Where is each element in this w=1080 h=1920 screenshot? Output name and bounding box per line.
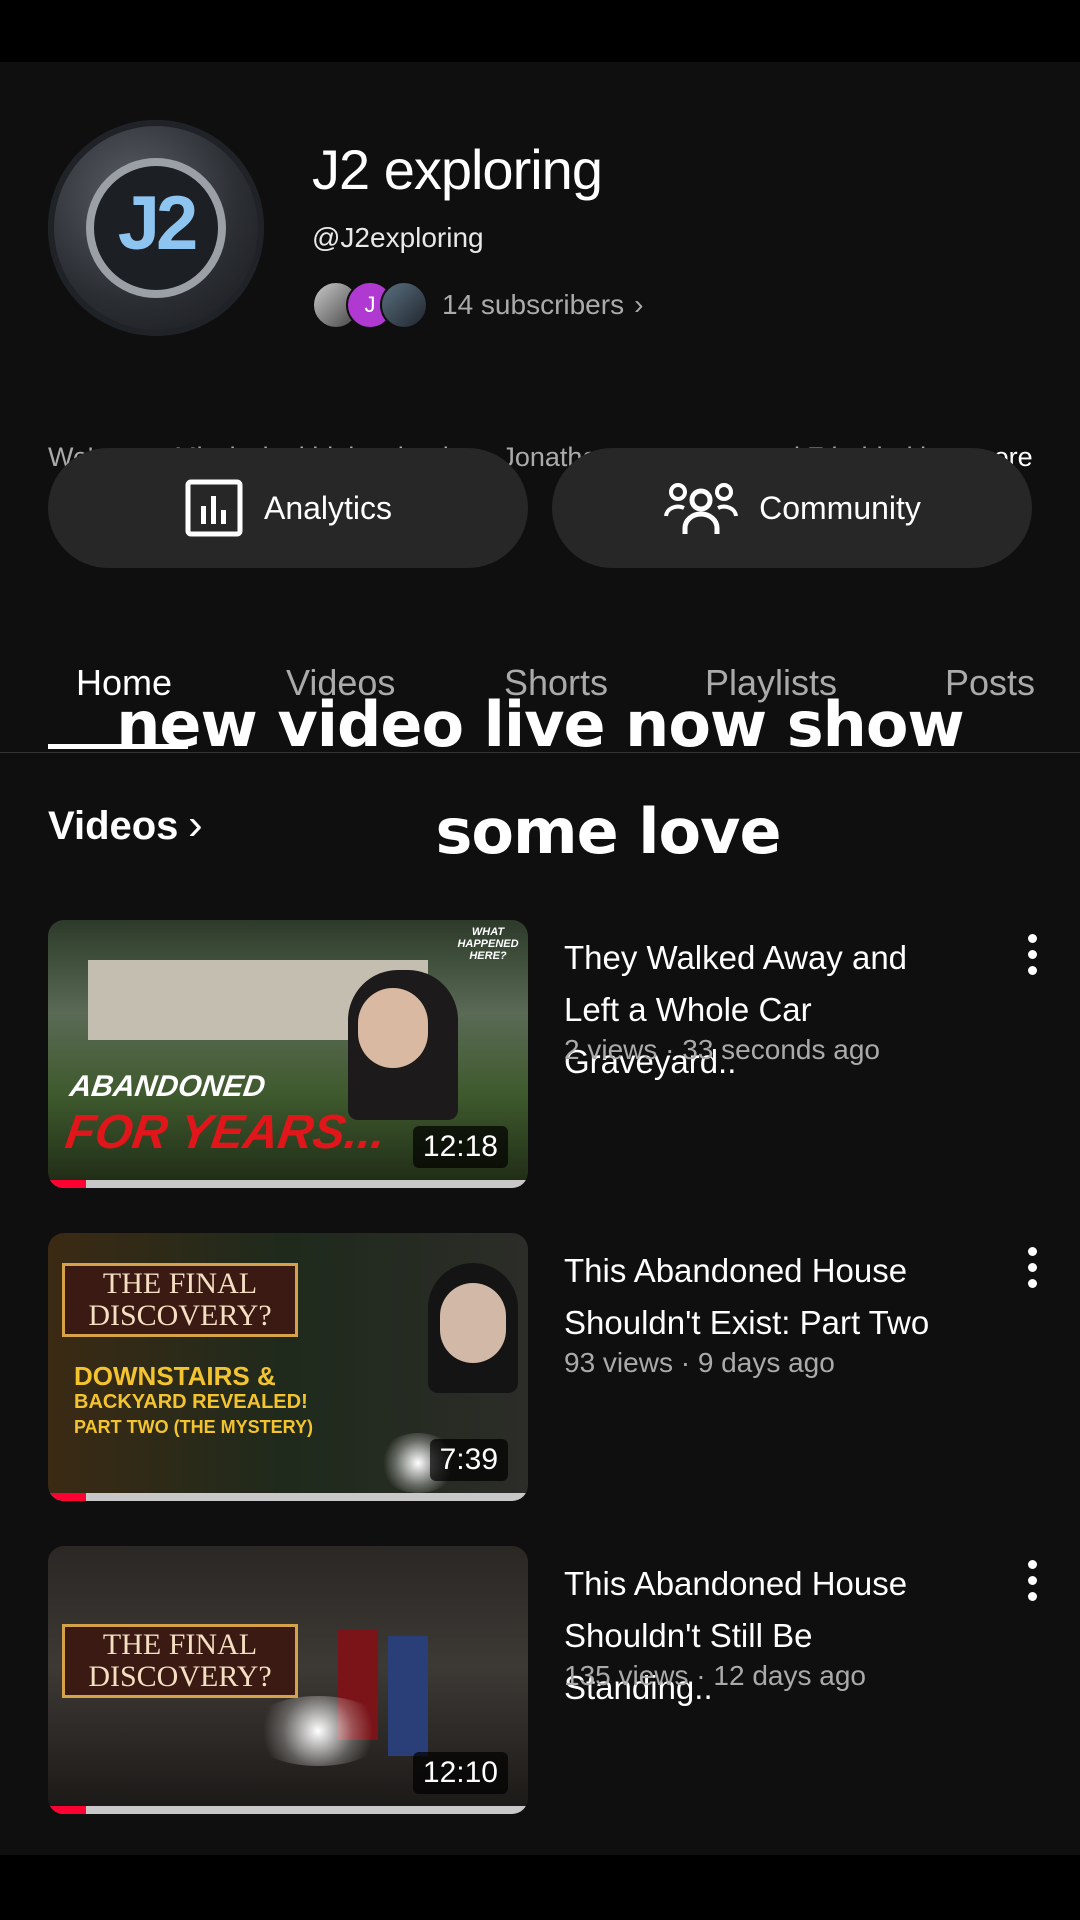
- subscriber-avatar: [380, 281, 428, 329]
- overlay-text-line-1: new video live now show: [116, 688, 964, 761]
- channel-name: J2 exploring: [312, 138, 603, 201]
- watch-progress-fill: [48, 1806, 87, 1814]
- more-vert-icon[interactable]: [1028, 934, 1040, 982]
- thumbnail-flashlight: [248, 1696, 388, 1766]
- watch-progress-track: [48, 1806, 528, 1814]
- video-row[interactable]: THE FINAL DISCOVERY? DOWNSTAIRS & BACKYA…: [0, 1233, 1080, 1503]
- community-icon: [664, 483, 739, 534]
- channel-handle: @J2exploring: [312, 222, 484, 253]
- subscriber-initial: J: [364, 292, 376, 317]
- more-vert-icon[interactable]: [1028, 1560, 1040, 1608]
- community-label: Community: [759, 489, 921, 526]
- subscriber-count: 14 subscribers: [442, 289, 625, 320]
- video-thumbnail[interactable]: WHAT HAPPENED HERE? ABANDONED FOR YEARS.…: [48, 920, 528, 1188]
- video-row[interactable]: THE FINAL DISCOVERY? 12:10 This Abandone…: [0, 1546, 1080, 1816]
- overlay-text-line-2: some love: [435, 795, 781, 868]
- thumbnail-text: PART TWO (THE MYSTERY): [74, 1417, 313, 1437]
- video-duration: 12:18: [412, 1126, 508, 1168]
- watch-progress-fill: [48, 1180, 87, 1188]
- analytics-icon: [185, 479, 243, 537]
- thumbnail-text: BACKYARD REVEALED!: [74, 1391, 308, 1413]
- video-row[interactable]: WHAT HAPPENED HERE? ABANDONED FOR YEARS.…: [0, 920, 1080, 1190]
- thumbnail-text: THE FINAL DISCOVERY?: [62, 1263, 298, 1337]
- chevron-right-icon: ›: [634, 289, 644, 320]
- video-thumbnail[interactable]: THE FINAL DISCOVERY? DOWNSTAIRS & BACKYA…: [48, 1233, 528, 1501]
- video-duration: 7:39: [429, 1439, 508, 1481]
- watch-progress-fill: [48, 1493, 87, 1501]
- watch-progress-track: [48, 1493, 528, 1501]
- thumbnail-text: WHAT HAPPENED HERE?: [457, 926, 519, 962]
- video-duration: 12:10: [412, 1752, 508, 1794]
- video-title[interactable]: This Abandoned House Shouldn't Exist: Pa…: [564, 1245, 964, 1349]
- channel-page: J2 J2 exploring @J2exploring J 14 subscr…: [0, 62, 1080, 1855]
- thumbnail-face: [358, 988, 428, 1068]
- community-button[interactable]: Community: [552, 448, 1032, 568]
- thumbnail-text: THE FINAL DISCOVERY?: [62, 1624, 298, 1698]
- section-title-videos[interactable]: Videos: [48, 804, 178, 849]
- analytics-label: Analytics: [263, 489, 393, 526]
- analytics-button[interactable]: Analytics: [48, 448, 528, 568]
- video-meta: 93 views · 9 days ago: [564, 1347, 835, 1378]
- more-vert-icon[interactable]: [1028, 1247, 1040, 1295]
- thumbnail-face: [440, 1283, 506, 1363]
- video-thumbnail[interactable]: THE FINAL DISCOVERY? 12:10: [48, 1546, 528, 1814]
- thumbnail-text: DOWNSTAIRS &: [74, 1361, 276, 1391]
- video-meta: 2 views · 33 seconds ago: [564, 1034, 880, 1065]
- video-meta: 135 views · 12 days ago: [564, 1660, 866, 1691]
- watch-progress-track: [48, 1180, 528, 1188]
- thumbnail-text: FOR YEARS...: [62, 1106, 389, 1159]
- thumbnail-text: ABANDONED: [67, 1070, 268, 1103]
- channel-avatar[interactable]: J2: [48, 120, 264, 336]
- avatar-logo-text: J2: [117, 181, 199, 266]
- thumbnail-person: [388, 1636, 428, 1756]
- subscribers-link[interactable]: J 14 subscribers ›: [312, 280, 643, 330]
- chevron-right-icon[interactable]: ›: [188, 800, 203, 850]
